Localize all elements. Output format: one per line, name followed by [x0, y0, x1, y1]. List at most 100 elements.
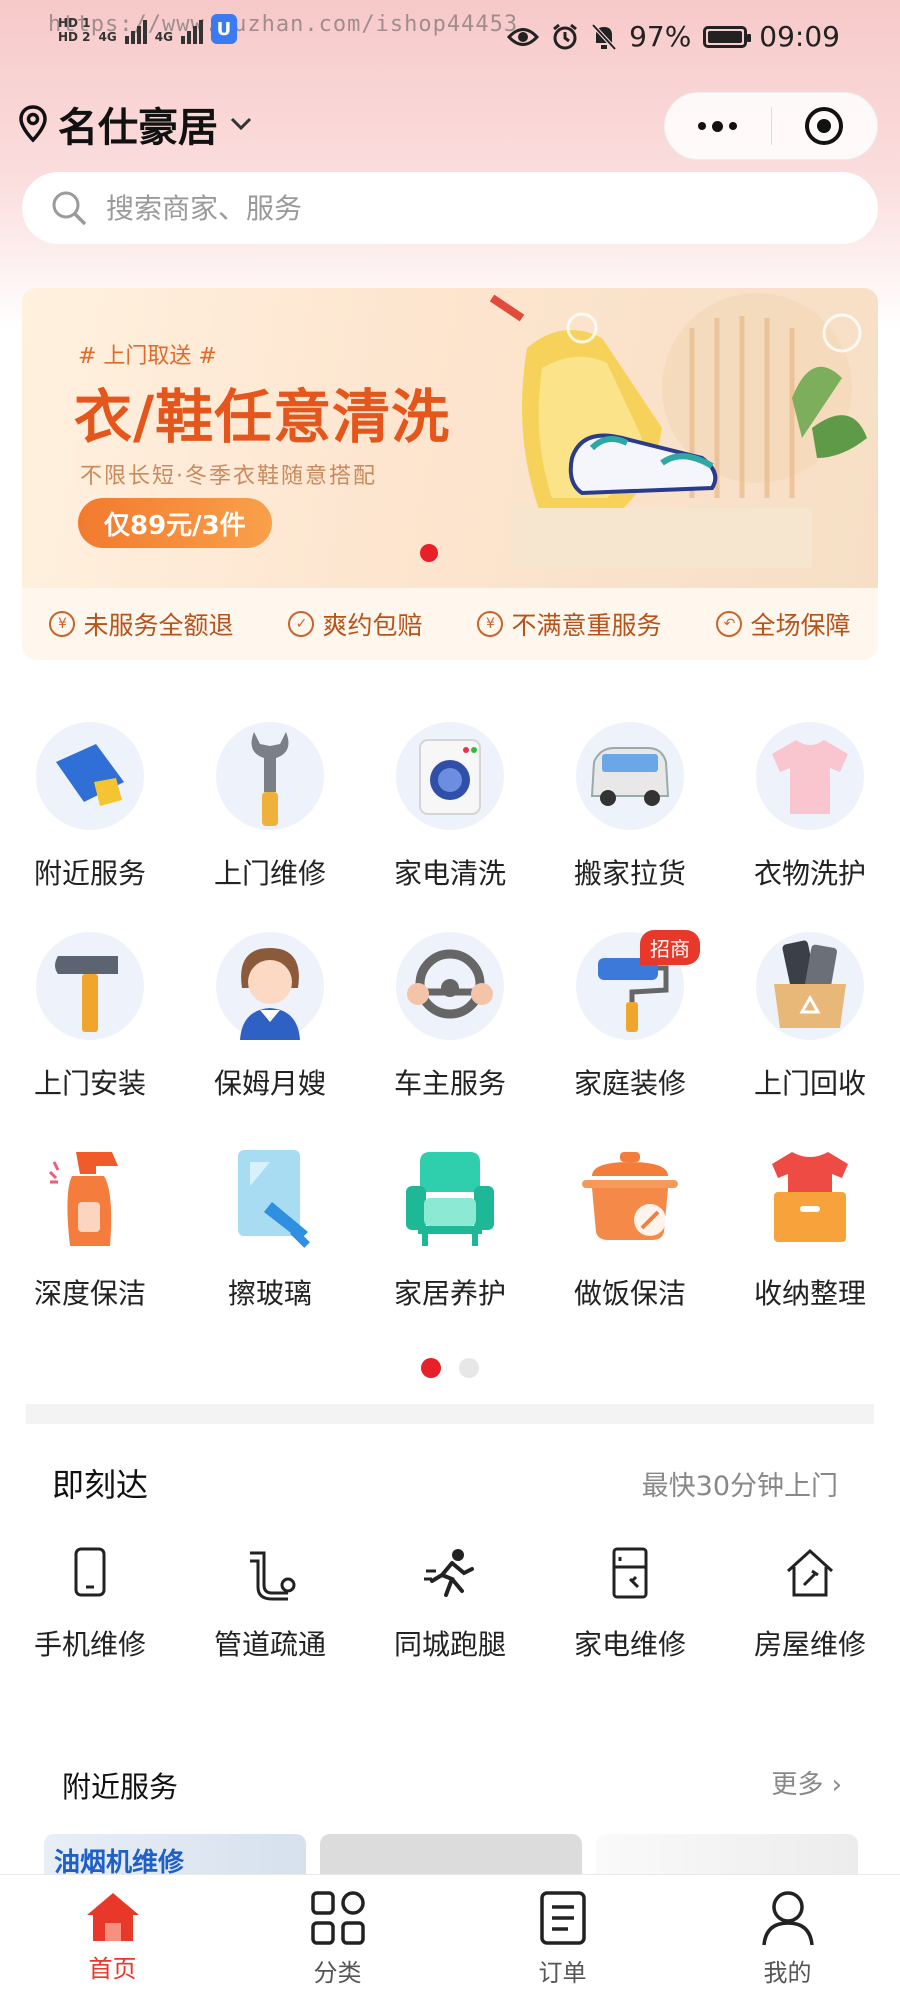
- cloth-icon: [36, 722, 144, 830]
- banner-price-button[interactable]: 仅89元/3件: [78, 498, 272, 548]
- category-organizing[interactable]: 收纳整理: [720, 1142, 900, 1352]
- category-label: 上门安装: [33, 1067, 146, 1100]
- chevron-down-icon: [230, 117, 252, 131]
- grid-icon: [310, 1891, 365, 1945]
- home-icon: [86, 1893, 139, 1941]
- category-row: 上门安装 保姆月嫂 车主服务 招商 家庭装修 上门回收: [0, 930, 900, 1142]
- nearby-card[interactable]: [596, 1834, 858, 1878]
- instant-pipe-unclog[interactable]: 管道疏通: [180, 1545, 360, 1663]
- grid-pagination: [0, 1358, 900, 1378]
- category-laundry[interactable]: 衣物洗护: [720, 722, 900, 932]
- sim1-label: HD 1: [58, 16, 91, 30]
- hammer-icon: [36, 932, 144, 1040]
- nanny-icon: [216, 932, 324, 1040]
- category-home-repair[interactable]: 上门维修: [180, 722, 360, 932]
- page-dot[interactable]: [459, 1358, 479, 1378]
- instant-house-repair[interactable]: 房屋维修: [720, 1545, 900, 1663]
- storage-box-icon: [756, 1142, 864, 1250]
- guarantee-label: 不满意重服务: [511, 611, 662, 640]
- sim2-label: HD 2: [58, 30, 91, 44]
- sim-labels: HD 1 HD 2: [58, 16, 91, 44]
- tab-profile[interactable]: 我的: [675, 1875, 900, 2000]
- service-category-grid: 附近服务 上门维修 家电清洗 搬家拉货 衣物洗护 上门安装 保姆月嫂 车主服务 …: [0, 722, 900, 1352]
- promo-banner[interactable]: # 上门取送 # 衣/鞋任意清洗 不限长短·冬季衣鞋随意搭配 仅89元/3件 ¥…: [22, 288, 878, 660]
- network-type-1: 4G: [98, 30, 117, 44]
- clock: 09:09: [759, 20, 840, 53]
- category-moving[interactable]: 搬家拉货: [540, 722, 720, 932]
- instant-phone-repair[interactable]: 手机维修: [0, 1545, 180, 1663]
- page-dot-active[interactable]: [421, 1358, 441, 1378]
- guarantee-bar: ¥ 未服务全额退 ✓ 爽约包赔 ¥ 不满意重服务 ↶ 全场保障: [22, 588, 878, 660]
- eye-icon: [507, 27, 540, 46]
- armchair-icon: [396, 1142, 504, 1250]
- nearby-card[interactable]: [320, 1834, 582, 1878]
- more-menu-button[interactable]: [665, 93, 771, 159]
- category-label: 搬家拉货: [573, 857, 686, 890]
- network-indicators: HD 1 HD 2 4G 4G U: [58, 14, 237, 44]
- instant-section-title: 即刻达: [52, 1466, 149, 1504]
- signal-icon: [124, 18, 147, 44]
- category-installation[interactable]: 上门安装: [0, 932, 180, 1142]
- window-wiper-icon: [216, 1142, 324, 1250]
- guarantee-item: ✓ 爽约包赔: [288, 606, 423, 642]
- nearby-cards: 油烟机维修: [44, 1834, 864, 1878]
- guarantee-item: ¥ 不满意重服务: [477, 606, 662, 642]
- location-selector[interactable]: 名仕豪居: [18, 95, 254, 153]
- category-label: 擦玻璃: [227, 1277, 312, 1310]
- tab-orders[interactable]: 订单: [450, 1875, 675, 2000]
- order-icon: [539, 1891, 586, 1945]
- category-deep-cleaning[interactable]: 深度保洁: [0, 1142, 180, 1352]
- category-cooking-cleaning[interactable]: 做饭保洁: [540, 1142, 720, 1352]
- instant-errand[interactable]: 同城跑腿: [360, 1545, 540, 1663]
- instant-appliance-repair[interactable]: 家电维修: [540, 1545, 720, 1663]
- category-row: 附近服务 上门维修 家电清洗 搬家拉货 衣物洗护: [0, 722, 900, 932]
- category-row: 深度保洁 擦玻璃 家居养护 做饭保洁 收纳整理: [0, 1142, 900, 1352]
- nearby-card[interactable]: 油烟机维修: [44, 1834, 306, 1878]
- category-car-owner[interactable]: 车主服务: [360, 932, 540, 1142]
- recruiting-badge: 招商: [640, 930, 700, 965]
- appliance-icon: [612, 1547, 648, 1599]
- location-pin-icon: [19, 105, 47, 143]
- nearby-more-link[interactable]: 更多 ›: [771, 1764, 842, 1801]
- more-dots-icon: [698, 120, 738, 132]
- category-label: 家庭装修: [573, 1067, 686, 1100]
- guarantee-item: ↶ 全场保障: [716, 606, 851, 642]
- guarantee-label: 全场保障: [750, 611, 851, 640]
- category-home-renovation[interactable]: 招商 家庭装修: [540, 930, 720, 1142]
- pipe-icon: [250, 1551, 296, 1601]
- search-bar[interactable]: [22, 172, 878, 244]
- instant-label: 管道疏通: [213, 1628, 326, 1661]
- close-miniprogram-button[interactable]: [772, 93, 878, 159]
- category-recycling[interactable]: 上门回收: [720, 932, 900, 1142]
- banner-subtitle: 不限长短·冬季衣鞋随意搭配: [80, 464, 377, 489]
- guarantee-item: ¥ 未服务全额退: [49, 606, 234, 642]
- network-type-2: 4G: [154, 30, 173, 44]
- tab-category[interactable]: 分类: [225, 1875, 450, 2000]
- category-nanny[interactable]: 保姆月嫂: [180, 932, 360, 1142]
- user-icon: [761, 1891, 814, 1946]
- tab-home[interactable]: 首页: [0, 1875, 225, 2000]
- target-icon: [805, 107, 844, 145]
- yen-icon: ¥: [49, 611, 76, 637]
- instant-label: 同城跑腿: [393, 1628, 506, 1661]
- guarantee-label: 爽约包赔: [322, 611, 423, 640]
- category-furniture-care[interactable]: 家居养护: [360, 1142, 540, 1352]
- tab-label: 首页: [88, 1955, 137, 1983]
- banner-title: 衣/鞋任意清洗: [74, 383, 451, 451]
- phone-icon: [74, 1547, 106, 1597]
- instant-label: 房屋维修: [753, 1628, 866, 1661]
- steering-wheel-icon: [396, 932, 504, 1040]
- guarantee-label: 未服务全额退: [83, 611, 234, 640]
- search-input[interactable]: [106, 191, 806, 225]
- carousel-indicator: [420, 544, 438, 562]
- tab-label: 订单: [538, 1959, 587, 1987]
- category-appliance-cleaning[interactable]: 家电清洗: [360, 722, 540, 932]
- house-repair-icon: [786, 1548, 834, 1597]
- category-label: 上门维修: [213, 857, 326, 890]
- category-window-cleaning[interactable]: 擦玻璃: [180, 1142, 360, 1352]
- category-label: 收纳整理: [753, 1277, 866, 1310]
- miniprogram-capsule: [664, 92, 878, 160]
- banner-tag: # 上门取送 #: [78, 344, 217, 369]
- washing-machine-icon: [396, 722, 504, 830]
- category-nearby-services[interactable]: 附近服务: [0, 722, 180, 932]
